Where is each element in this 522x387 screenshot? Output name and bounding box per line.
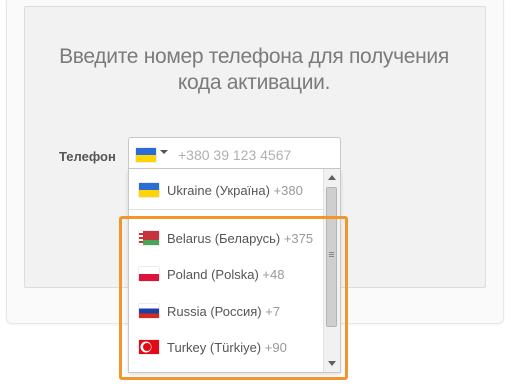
country-option-russia[interactable]: Russia (Россия) +7 <box>129 294 325 328</box>
dial-code: +375 <box>283 231 314 246</box>
country-selector-button[interactable] <box>136 146 174 162</box>
belarus-flag-icon <box>139 231 159 245</box>
country-name: Ukraine (Україна) <box>167 183 270 198</box>
chevron-down-icon <box>160 150 168 154</box>
country-dropdown: Ukraine (Україна) +380 Belarus (Беларусь… <box>128 169 341 373</box>
divider <box>129 209 325 210</box>
country-name: Poland (Polska) <box>167 267 259 282</box>
scroll-up-icon[interactable] <box>328 175 336 180</box>
country-name: Turkey (Türkiye) <box>167 340 262 355</box>
turkey-flag-icon <box>139 340 159 354</box>
dial-code: +48 <box>262 267 285 282</box>
phone-label: Телефон <box>59 149 116 164</box>
phone-field <box>128 137 341 169</box>
country-option-belarus[interactable]: Belarus (Беларусь) +375 <box>129 221 325 255</box>
page-title: Введите номер телефона для получения код… <box>59 45 449 94</box>
dial-code: +90 <box>264 340 287 355</box>
poland-flag-icon <box>139 267 159 281</box>
russia-flag-icon <box>139 304 159 318</box>
dial-code: +380 <box>273 183 303 198</box>
country-option-ukraine[interactable]: Ukraine (Україна) +380 <box>129 173 325 207</box>
scroll-down-icon[interactable] <box>328 361 336 366</box>
country-option-poland[interactable]: Poland (Polska) +48 <box>129 257 325 291</box>
ukraine-flag-icon <box>139 183 159 197</box>
country-name: Russia (Россия) <box>167 304 262 319</box>
dial-code: +7 <box>265 304 281 319</box>
country-name: Belarus (Беларусь) <box>167 231 281 246</box>
ukraine-flag-icon <box>136 147 156 162</box>
scrollbar-thumb[interactable] <box>326 187 337 327</box>
phone-input[interactable] <box>176 144 340 166</box>
dropdown-scrollbar[interactable] <box>323 169 340 372</box>
grip-icon <box>329 252 334 258</box>
country-option-turkey[interactable]: Turkey (Türkiye) +90 <box>129 330 325 364</box>
